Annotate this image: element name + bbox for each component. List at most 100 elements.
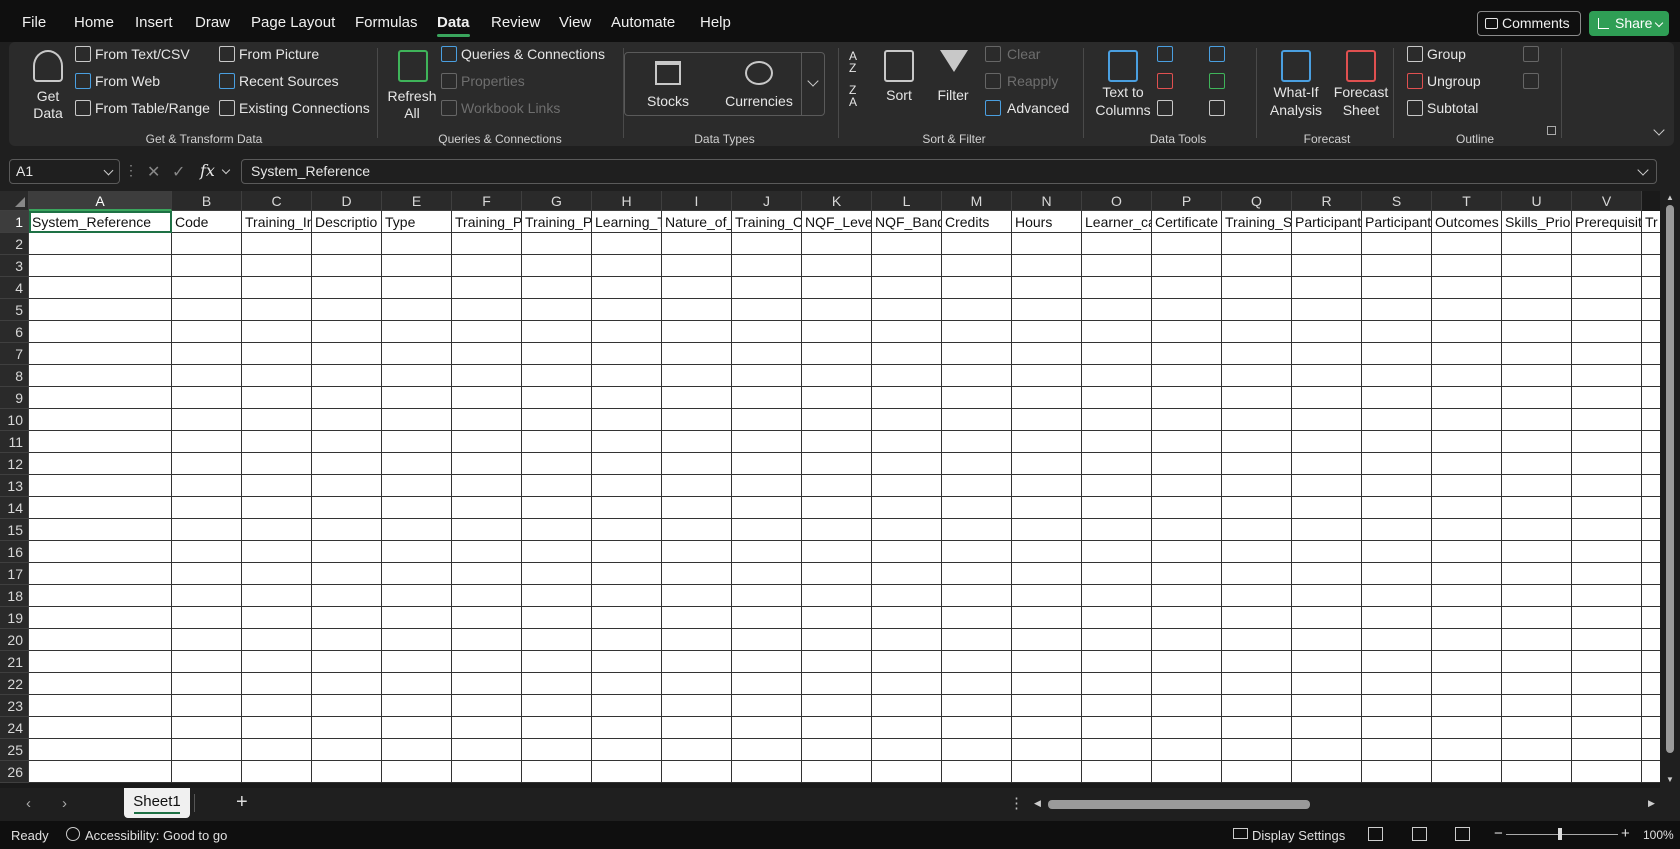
cell[interactable] (592, 431, 662, 453)
cell[interactable] (382, 717, 452, 739)
cell[interactable] (1432, 475, 1502, 497)
cell[interactable] (1292, 739, 1362, 761)
cell[interactable] (1502, 629, 1572, 651)
cell[interactable] (29, 409, 172, 431)
from-table-range-button[interactable]: From Table/Range (75, 100, 210, 116)
cell[interactable] (1292, 695, 1362, 717)
cell[interactable] (242, 255, 312, 277)
cell[interactable] (662, 739, 732, 761)
cell[interactable] (1012, 497, 1082, 519)
cell[interactable] (1502, 761, 1572, 783)
header-cell[interactable]: NQF_Level (802, 211, 872, 233)
cell[interactable] (1222, 695, 1292, 717)
cell[interactable] (242, 717, 312, 739)
cell[interactable] (732, 365, 802, 387)
cell[interactable] (592, 277, 662, 299)
cell[interactable] (242, 365, 312, 387)
cell[interactable] (312, 475, 382, 497)
cell[interactable] (802, 255, 872, 277)
column-header-g[interactable]: G (522, 191, 592, 211)
cell[interactable] (592, 541, 662, 563)
cell[interactable] (1152, 277, 1222, 299)
cell[interactable] (452, 365, 522, 387)
cell[interactable] (172, 585, 242, 607)
cell[interactable] (312, 629, 382, 651)
cell[interactable] (1362, 761, 1432, 783)
horizontal-scrollbar[interactable] (1033, 797, 1653, 811)
header-cell[interactable]: Participant (1362, 211, 1432, 233)
cell[interactable] (1362, 541, 1432, 563)
cell[interactable] (29, 585, 172, 607)
column-header-l[interactable]: L (872, 191, 942, 211)
row-header-16[interactable]: 16 (0, 541, 29, 563)
cell[interactable] (942, 409, 1012, 431)
cell[interactable] (942, 343, 1012, 365)
cell[interactable] (1362, 519, 1432, 541)
cell[interactable] (522, 585, 592, 607)
cell[interactable] (1572, 387, 1642, 409)
cell[interactable] (802, 431, 872, 453)
cell[interactable] (1152, 343, 1222, 365)
cell[interactable] (1082, 321, 1152, 343)
cell[interactable] (1502, 233, 1572, 255)
cell[interactable] (382, 519, 452, 541)
row-header-1[interactable]: 1 (0, 211, 29, 233)
cell[interactable] (312, 563, 382, 585)
column-header-j[interactable]: J (732, 191, 802, 211)
cell[interactable] (1012, 321, 1082, 343)
cell[interactable] (242, 453, 312, 475)
cell[interactable] (662, 497, 732, 519)
cell[interactable] (942, 629, 1012, 651)
cell[interactable] (1502, 739, 1572, 761)
cell[interactable] (29, 519, 172, 541)
cell[interactable] (1012, 277, 1082, 299)
cell[interactable] (1012, 475, 1082, 497)
cell[interactable] (522, 497, 592, 519)
cell[interactable] (1572, 233, 1642, 255)
cell[interactable] (1152, 673, 1222, 695)
cell[interactable] (1362, 651, 1432, 673)
column-header-m[interactable]: M (942, 191, 1012, 211)
cell[interactable] (732, 519, 802, 541)
cell[interactable] (312, 233, 382, 255)
cell[interactable] (872, 585, 942, 607)
cell[interactable] (522, 409, 592, 431)
row-header-24[interactable]: 24 (0, 717, 29, 739)
cell[interactable] (242, 233, 312, 255)
sheet-tab-sheet1[interactable]: Sheet1 (124, 788, 190, 818)
cell[interactable] (942, 365, 1012, 387)
cell[interactable] (1152, 695, 1222, 717)
cell[interactable] (172, 519, 242, 541)
cell[interactable] (1082, 343, 1152, 365)
cell[interactable] (29, 365, 172, 387)
cell[interactable] (662, 321, 732, 343)
cell[interactable] (1152, 387, 1222, 409)
cell[interactable] (732, 299, 802, 321)
vertical-scroll-thumb[interactable] (1666, 205, 1674, 753)
cell[interactable] (452, 431, 522, 453)
cell[interactable] (172, 739, 242, 761)
column-header-e[interactable]: E (382, 191, 452, 211)
tab-file[interactable]: File (22, 14, 46, 31)
cell[interactable] (1572, 607, 1642, 629)
cell[interactable] (312, 651, 382, 673)
cell[interactable] (732, 409, 802, 431)
cell[interactable] (452, 299, 522, 321)
cell[interactable] (872, 761, 942, 783)
row-header-20[interactable]: 20 (0, 629, 29, 651)
tab-page-layout[interactable]: Page Layout (251, 14, 335, 31)
column-header-u[interactable]: U (1502, 191, 1572, 211)
cell[interactable] (1012, 431, 1082, 453)
group-button[interactable]: Group (1407, 46, 1466, 62)
cell[interactable] (172, 651, 242, 673)
cell[interactable] (312, 519, 382, 541)
cell[interactable] (1292, 233, 1362, 255)
cell[interactable] (312, 717, 382, 739)
consolidate-icon[interactable] (1209, 46, 1225, 62)
cell[interactable] (1082, 563, 1152, 585)
header-cell[interactable]: Type (382, 211, 452, 233)
cell[interactable] (1222, 387, 1292, 409)
cell[interactable] (1432, 299, 1502, 321)
page-layout-view-icon[interactable] (1412, 827, 1427, 841)
column-header-q[interactable]: Q (1222, 191, 1292, 211)
